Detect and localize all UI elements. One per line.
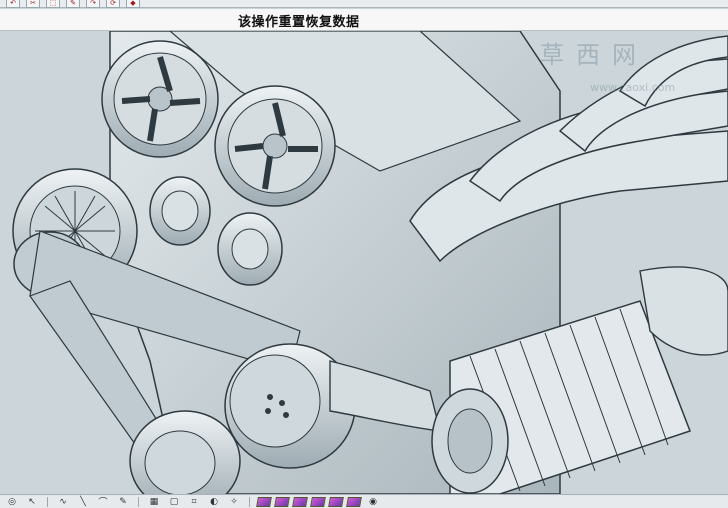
idler-pulley-1	[149, 176, 211, 246]
light-icon[interactable]: ✧	[226, 496, 242, 508]
toolbar-separator	[249, 496, 250, 507]
sketch-icon[interactable]: ✎	[115, 496, 131, 508]
toolbar-separator	[47, 496, 48, 507]
render-sphere-icon[interactable]: ◉	[365, 496, 381, 508]
wire-icon[interactable]: ⌗	[186, 496, 202, 508]
view-iso-icon[interactable]	[256, 496, 272, 507]
cam-pulley-left	[101, 40, 219, 158]
dialog-titlebar: 该操作重置恢复数据	[0, 9, 728, 31]
top-toolbar: ↶ ✂ ⬚ ✎ ↷ ⟳ ◆	[0, 0, 728, 8]
bottom-toolbar: ◎ ↖ ∿ ╲ ⌒ ✎ ▦ ▢ ⌗ ◐ ✧ ◉	[0, 494, 728, 508]
view-front-icon[interactable]	[274, 496, 290, 507]
undo-icon[interactable]: ↶	[6, 0, 20, 8]
box-icon[interactable]: ▢	[166, 496, 182, 508]
view-back-icon[interactable]	[346, 496, 362, 507]
pencil-icon[interactable]: ✎	[66, 0, 80, 8]
watermark-url: www.caoxi.com	[590, 81, 676, 94]
toolbar-separator	[138, 496, 139, 507]
shade-icon[interactable]: ◐	[206, 496, 222, 508]
refresh-icon[interactable]: ⟳	[106, 0, 120, 8]
grid-icon[interactable]: ▦	[146, 496, 162, 508]
line-icon[interactable]: ╲	[75, 496, 91, 508]
idler-pulley-2	[217, 212, 283, 286]
view-left-icon[interactable]	[328, 496, 344, 507]
watermark-text: 草西网	[540, 41, 648, 69]
arc-icon[interactable]: ⌒	[95, 496, 111, 508]
pointer-icon[interactable]: ↖	[24, 496, 40, 508]
curve-icon[interactable]: ∿	[55, 496, 71, 508]
view-top-icon[interactable]	[292, 496, 308, 507]
cut-icon[interactable]: ✂	[26, 0, 40, 8]
redo-icon[interactable]: ↷	[86, 0, 100, 8]
cam-pulley-right	[214, 85, 336, 207]
select-icon[interactable]: ⬚	[46, 0, 60, 8]
window-title: 该操作重置恢复数据	[238, 15, 360, 30]
engine-model[interactable]	[0, 31, 728, 494]
snap-icon[interactable]: ◎	[4, 496, 20, 508]
view-right-icon[interactable]	[310, 496, 326, 507]
cube-icon[interactable]: ◆	[126, 0, 140, 8]
3d-viewport[interactable]: 草西网 www.caoxi.com	[0, 31, 728, 494]
